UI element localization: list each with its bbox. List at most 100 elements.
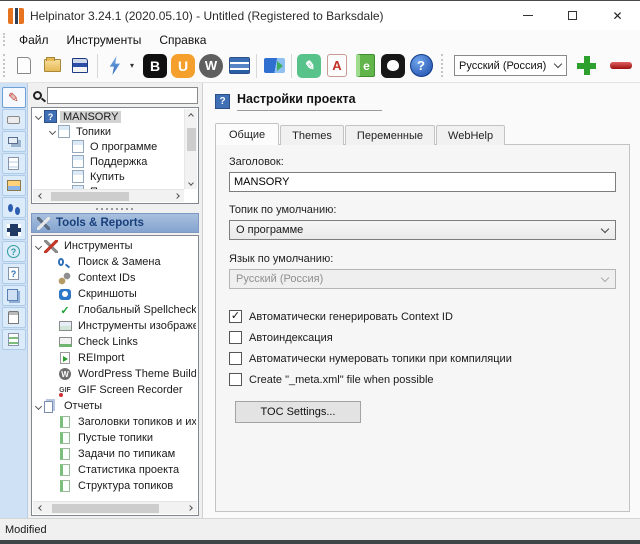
tool-context-ids[interactable]: Context IDs <box>33 270 196 286</box>
open-project-button[interactable] <box>38 52 66 80</box>
scroll-left-arrow[interactable] <box>33 190 46 202</box>
chevron-down-icon[interactable] <box>47 129 58 134</box>
language-value: Русский (Россия) <box>459 60 551 72</box>
tree-item-topics[interactable]: Топики <box>33 124 184 139</box>
tab-general[interactable]: Общие <box>215 123 279 145</box>
scroll-up-arrow[interactable] <box>185 109 198 121</box>
b-export-button[interactable]: B <box>141 52 169 80</box>
publish-button[interactable] <box>260 52 288 80</box>
checkbox-checked[interactable]: ✓ <box>229 310 242 323</box>
tab-images[interactable] <box>2 175 26 196</box>
scrollbar-thumb[interactable] <box>52 504 160 513</box>
checkbox-unchecked[interactable] <box>229 373 242 386</box>
report-topic-tasks[interactable]: Задачи по типикам <box>33 446 196 462</box>
toc-settings-button[interactable]: TOC Settings... <box>235 401 361 423</box>
quill-export-button[interactable]: ✎ <box>295 52 323 80</box>
tab-windows[interactable] <box>2 131 26 152</box>
compile-options-button[interactable]: ▾ <box>129 52 141 80</box>
scrollbar-thumb[interactable] <box>51 192 129 201</box>
tree-item-about[interactable]: О программе <box>33 139 184 154</box>
language-select[interactable]: Русский (Россия) <box>454 55 567 76</box>
scroll-down-arrow[interactable] <box>185 177 198 189</box>
epub-export-button[interactable]: e <box>351 52 379 80</box>
toolbar-grip[interactable] <box>441 54 444 77</box>
splitter-handle[interactable] <box>28 204 202 213</box>
tool-check-links[interactable]: Check Links <box>33 334 196 350</box>
checkbox-autogen-context-id[interactable]: ✓ Автоматически генерировать Context ID <box>229 310 616 323</box>
search-input[interactable] <box>47 87 198 104</box>
maximize-icon <box>568 11 577 20</box>
tab-quizzes[interactable]: ? <box>2 263 26 284</box>
default-topic-select[interactable]: О программе <box>229 220 616 240</box>
maximize-button[interactable] <box>550 1 595 30</box>
tree-item-mansory[interactable]: ? MANSORY <box>33 109 184 124</box>
dropdown-arrow-icon: ▾ <box>130 61 140 70</box>
tool-reimport[interactable]: REImport <box>33 350 196 366</box>
tab-edit[interactable]: ✎ <box>2 87 26 108</box>
tab-documents[interactable] <box>2 285 26 306</box>
horizontal-scrollbar[interactable] <box>33 189 184 202</box>
vertical-scrollbar[interactable] <box>184 109 197 189</box>
menu-tools[interactable]: Инструменты <box>58 31 151 49</box>
tree-item-instruments[interactable]: Инструменты <box>33 238 196 254</box>
minimize-button[interactable] <box>505 1 550 30</box>
report-topic-structure[interactable]: Структура топиков <box>33 478 196 494</box>
scroll-right-arrow[interactable] <box>184 502 197 514</box>
remove-language-button[interactable] <box>610 62 632 69</box>
menu-file[interactable]: Файл <box>10 31 58 49</box>
checkbox-unchecked[interactable] <box>229 352 242 365</box>
tab-video[interactable] <box>2 219 26 240</box>
checkbox-unchecked[interactable] <box>229 331 242 344</box>
menu-help[interactable]: Справка <box>150 31 215 49</box>
tab-checklist[interactable] <box>2 329 26 350</box>
ucoz-export-button[interactable]: U <box>169 52 197 80</box>
save-project-button[interactable] <box>66 52 94 80</box>
tool-gif-recorder[interactable]: GIF GIF Screen Recorder <box>33 382 196 398</box>
checkbox-create-meta-xml[interactable]: Create "_meta.xml" file when possible <box>229 373 616 386</box>
tab-notes[interactable] <box>2 153 26 174</box>
add-language-button[interactable] <box>577 56 596 75</box>
scrollbar-thumb[interactable] <box>187 128 196 152</box>
tree-item-support[interactable]: Поддержка <box>33 154 184 169</box>
help-button[interactable]: ? <box>407 52 435 80</box>
tab-themes[interactable]: Themes <box>280 125 344 145</box>
project-title-input[interactable] <box>229 172 616 192</box>
tool-wp-theme-builder[interactable]: W WordPress Theme Builder <box>33 366 196 382</box>
tab-step-guides[interactable] <box>2 197 26 218</box>
scroll-right-arrow[interactable] <box>171 190 184 202</box>
checkbox-autoindex[interactable]: Автоиндексация <box>229 331 616 344</box>
tool-image-tools[interactable]: Инструменты изображений <box>33 318 196 334</box>
github-export-button[interactable] <box>379 52 407 80</box>
tool-search-replace[interactable]: Поиск & Замена <box>33 254 196 270</box>
horizontal-scrollbar[interactable] <box>33 501 197 514</box>
tools-reports-header: Tools & Reports <box>31 213 199 233</box>
report-project-stats[interactable]: Статистика проекта <box>33 462 196 478</box>
close-icon: ✕ <box>612 9 622 23</box>
chevron-down-icon[interactable] <box>33 114 44 119</box>
project-icon: ? <box>215 94 230 109</box>
report-topic-titles[interactable]: Заголовки топиков и их <box>33 414 196 430</box>
checkbox-autonumber-topics[interactable]: Автоматически нумеровать топики при комп… <box>229 352 616 365</box>
menu-grip[interactable] <box>3 33 6 46</box>
close-button[interactable]: ✕ <box>595 1 640 30</box>
tab-faq[interactable]: ? <box>2 241 26 262</box>
compile-button[interactable] <box>101 52 129 80</box>
chevron-down-icon[interactable] <box>33 404 44 409</box>
tab-clipboard[interactable] <box>2 307 26 328</box>
tree-item-reports[interactable]: Отчеты <box>33 398 196 414</box>
tree-item-buy[interactable]: Купить <box>33 169 184 184</box>
tool-spellcheck[interactable]: ✓ Глобальный Spellcheck <box>33 302 196 318</box>
new-project-button[interactable] <box>10 52 38 80</box>
scroll-left-arrow[interactable] <box>33 502 46 514</box>
tool-screenshots[interactable]: Скриншоты <box>33 286 196 302</box>
topic-icon <box>72 155 84 168</box>
chevron-down-icon[interactable] <box>33 244 44 249</box>
toolbar-grip[interactable] <box>3 54 6 77</box>
pdf-export-button[interactable]: A <box>323 52 351 80</box>
tab-webhelp[interactable]: WebHelp <box>436 125 505 145</box>
knowledge-base-button[interactable] <box>225 52 253 80</box>
wordpress-export-button[interactable]: W <box>197 52 225 80</box>
tab-keywords[interactable] <box>2 109 26 130</box>
report-empty-topics[interactable]: Пустые топики <box>33 430 196 446</box>
tab-variables[interactable]: Переменные <box>345 125 435 145</box>
